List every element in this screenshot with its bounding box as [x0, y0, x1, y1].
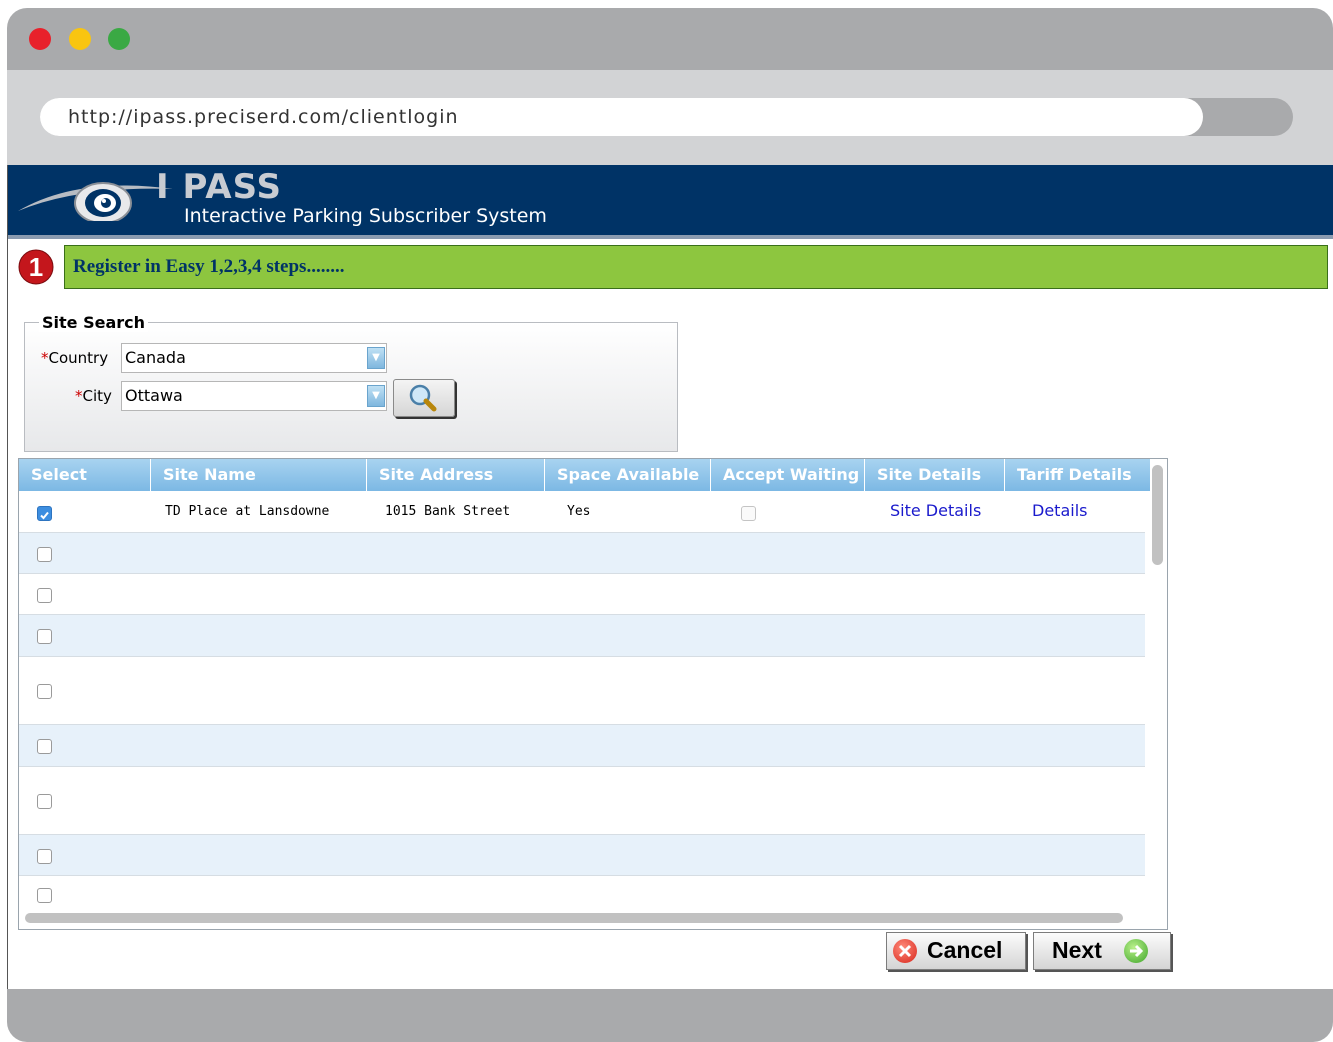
logo-title: I PASS — [156, 167, 283, 207]
browser-footer — [7, 989, 1333, 1042]
minimize-window-icon[interactable] — [69, 28, 91, 50]
checkmark-icon — [40, 511, 49, 520]
country-value: Canada — [125, 348, 186, 367]
step-indicator: 1 Register in Easy 1,2,3,4 steps........ — [18, 245, 1333, 289]
table-row[interactable] — [19, 835, 1145, 876]
row-select-checkbox[interactable] — [37, 888, 52, 903]
site-search-panel: Site Search *Country Canada ▼ *City Otta… — [24, 313, 678, 452]
city-select[interactable]: Ottawa ▼ — [121, 381, 387, 411]
page-content: I PASS Interactive Parking Subscriber Sy… — [7, 165, 1333, 989]
accept-waiting-checkbox — [741, 506, 756, 521]
step-banner: Register in Easy 1,2,3,4 steps........ — [64, 245, 1328, 289]
browser-toolbar: http://ipass.preciserd.com/clientlogin — [7, 70, 1333, 165]
column-header-select[interactable]: Select — [19, 459, 151, 491]
row-select-checkbox[interactable] — [37, 684, 52, 699]
table-row[interactable]: TD Place at Lansdowne 1015 Bank Street Y… — [19, 491, 1145, 533]
row-select-checkbox[interactable] — [37, 794, 52, 809]
column-header-site-details[interactable]: Site Details — [865, 459, 1005, 491]
magnifier-icon — [409, 384, 437, 412]
column-header-site-name[interactable]: Site Name — [151, 459, 367, 491]
column-header-space-available[interactable]: Space Available — [545, 459, 711, 491]
address-bar[interactable]: http://ipass.preciserd.com/clientlogin — [40, 98, 1293, 136]
row-select-checkbox[interactable] — [37, 849, 52, 864]
city-label: *City — [75, 387, 112, 405]
app-header: I PASS Interactive Parking Subscriber Sy… — [8, 165, 1333, 235]
step-title: Register in Easy 1,2,3,4 steps........ — [73, 256, 345, 277]
site-name-cell: TD Place at Lansdowne — [165, 504, 330, 519]
svg-text:1: 1 — [29, 252, 43, 282]
close-window-icon[interactable] — [29, 28, 51, 50]
horizontal-scrollbar[interactable] — [25, 913, 1123, 923]
row-select-checkbox[interactable] — [37, 588, 52, 603]
table-row[interactable] — [19, 657, 1145, 725]
address-bar-field[interactable]: http://ipass.preciserd.com/clientlogin — [40, 98, 1203, 136]
table-row[interactable] — [19, 876, 1145, 912]
column-header-tariff-details[interactable]: Tariff Details — [1005, 459, 1151, 491]
cancel-x-icon — [893, 939, 917, 963]
row-select-checkbox[interactable] — [37, 739, 52, 754]
row-select-checkbox[interactable] — [37, 506, 52, 521]
cancel-button[interactable]: Cancel — [886, 932, 1026, 970]
next-label: Next — [1052, 937, 1102, 963]
browser-titlebar — [7, 8, 1333, 70]
browser-window: http://ipass.preciserd.com/clientlogin I… — [7, 8, 1333, 1042]
column-header-site-address[interactable]: Site Address — [367, 459, 545, 491]
grid-header: Select Site Name Site Address Space Avai… — [19, 459, 1151, 491]
vertical-scrollbar[interactable] — [1152, 465, 1163, 565]
site-details-link[interactable]: Site Details — [890, 501, 981, 520]
column-header-accept-waiting[interactable]: Accept Waiting — [711, 459, 865, 491]
site-results-grid: Select Site Name Site Address Space Avai… — [18, 458, 1168, 930]
header-divider — [8, 235, 1333, 239]
next-button[interactable]: Next — [1033, 932, 1171, 970]
country-select[interactable]: Canada ▼ — [121, 343, 387, 373]
space-available-cell: Yes — [567, 504, 591, 519]
table-row[interactable] — [19, 725, 1145, 767]
tariff-details-link[interactable]: Details — [1032, 501, 1087, 520]
logo-subtitle: Interactive Parking Subscriber System — [184, 205, 547, 227]
row-select-checkbox[interactable] — [37, 547, 52, 562]
row-select-checkbox[interactable] — [37, 629, 52, 644]
eye-logo-icon — [18, 182, 173, 221]
country-label: *Country — [41, 349, 109, 367]
table-row[interactable] — [19, 767, 1145, 835]
url-text[interactable]: http://ipass.preciserd.com/clientlogin — [68, 106, 459, 128]
arrow-right-icon — [1124, 939, 1148, 963]
city-value: Ottawa — [125, 386, 183, 405]
cancel-label: Cancel — [927, 937, 1003, 963]
table-row[interactable] — [19, 615, 1145, 657]
search-button[interactable] — [393, 379, 455, 417]
site-search-legend: Site Search — [39, 313, 149, 332]
site-address-cell: 1015 Bank Street — [385, 504, 511, 519]
table-row[interactable] — [19, 533, 1145, 574]
chevron-down-icon[interactable]: ▼ — [367, 385, 385, 407]
table-row[interactable] — [19, 574, 1145, 615]
chevron-down-icon[interactable]: ▼ — [367, 347, 385, 369]
step-number-icon: 1 — [18, 249, 54, 285]
maximize-window-icon[interactable] — [108, 28, 130, 50]
